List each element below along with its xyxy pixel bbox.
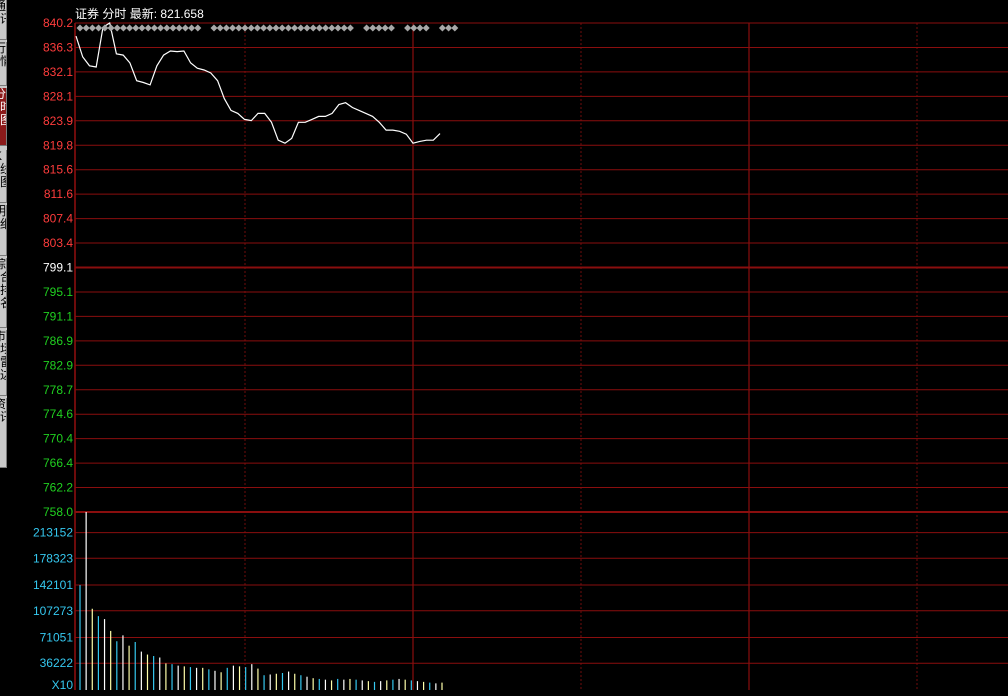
event-marker-1-17 (315, 24, 323, 32)
event-marker-3-0 (404, 24, 412, 32)
event-marker-0-12 (150, 24, 158, 32)
event-marker-0-0 (76, 24, 84, 32)
price-tick-label: 758.0 (43, 505, 73, 519)
event-marker-0-1 (82, 24, 90, 32)
event-marker-1-0 (210, 24, 218, 32)
event-marker-0-2 (88, 24, 96, 32)
last-price-value: 821.658 (160, 7, 204, 21)
event-marker-1-10 (272, 24, 280, 32)
event-marker-1-6 (247, 24, 255, 32)
event-marker-3-1 (410, 24, 418, 32)
price-tick-label: 836.3 (43, 40, 73, 54)
event-marker-4-0 (438, 24, 446, 32)
event-marker-1-16 (309, 24, 317, 32)
event-marker-1-11 (278, 24, 286, 32)
volume-tick-label: 213152 (33, 526, 73, 540)
event-marker-0-5 (107, 24, 115, 32)
event-marker-2-3 (381, 24, 389, 32)
event-marker-3-3 (422, 24, 430, 32)
price-tick-label: 823.9 (43, 114, 73, 128)
event-marker-2-4 (387, 24, 395, 32)
event-marker-1-18 (322, 24, 330, 32)
event-marker-1-12 (284, 24, 292, 32)
price-tick-label: 828.1 (43, 89, 73, 103)
event-marker-1-21 (340, 24, 348, 32)
price-tick-label: 774.6 (43, 407, 73, 421)
volume-tick-label: 71051 (40, 631, 74, 645)
volume-unit-label: X10 (52, 678, 74, 692)
event-marker-1-3 (229, 24, 237, 32)
event-marker-0-10 (138, 24, 146, 32)
event-marker-0-7 (119, 24, 127, 32)
last-price-label: 最新: (129, 7, 158, 21)
event-marker-1-14 (297, 24, 305, 32)
event-marker-1-13 (291, 24, 299, 32)
price-tick-label: 815.6 (43, 163, 73, 177)
event-marker-1-9 (266, 24, 274, 32)
security-name: 证券 (75, 7, 100, 21)
price-tick-label: 782.9 (43, 358, 73, 372)
price-tick-label: 791.1 (43, 309, 73, 323)
price-tick-label: 770.4 (43, 432, 73, 446)
event-marker-0-17 (181, 24, 189, 32)
price-series-line (75, 22, 441, 144)
price-tick-label: 778.7 (43, 383, 73, 397)
event-marker-4-2 (451, 24, 459, 32)
price-tick-label: 819.8 (43, 138, 73, 152)
event-marker-0-14 (163, 24, 171, 32)
event-marker-0-8 (126, 24, 134, 32)
event-marker-1-20 (334, 24, 342, 32)
event-marker-1-22 (346, 24, 354, 32)
event-marker-3-2 (416, 24, 424, 32)
event-marker-0-6 (113, 24, 121, 32)
event-marker-2-2 (375, 24, 383, 32)
price-tick-label: 840.2 (43, 16, 73, 30)
event-marker-1-15 (303, 24, 311, 32)
event-marker-0-11 (144, 24, 152, 32)
event-marker-1-1 (216, 24, 224, 32)
event-marker-0-15 (169, 24, 177, 32)
event-marker-1-2 (222, 24, 230, 32)
event-marker-1-7 (253, 24, 261, 32)
event-marker-2-0 (363, 24, 371, 32)
price-tick-label: 811.6 (44, 187, 73, 201)
chart-header: 证券 分时 最新: 821.658 (75, 5, 204, 22)
chart-mode: 分时 (102, 7, 127, 21)
price-tick-label: 766.4 (43, 456, 73, 470)
event-marker-1-5 (241, 24, 249, 32)
event-marker-4-1 (445, 24, 453, 32)
event-marker-1-8 (260, 24, 268, 32)
event-marker-2-1 (369, 24, 377, 32)
volume-tick-label: 36222 (40, 656, 74, 670)
price-tick-label: 803.4 (43, 236, 73, 250)
volume-tick-label: 178323 (33, 551, 73, 565)
event-marker-1-4 (235, 24, 243, 32)
event-marker-1-19 (328, 24, 336, 32)
volume-tick-label: 107273 (33, 604, 73, 618)
event-marker-0-16 (175, 24, 183, 32)
price-tick-label: 832.1 (43, 65, 73, 79)
event-marker-0-9 (132, 24, 140, 32)
event-marker-0-19 (194, 24, 202, 32)
price-tick-label: 799.1 (43, 261, 73, 275)
price-tick-label: 807.4 (43, 212, 73, 226)
event-marker-0-13 (157, 24, 165, 32)
event-marker-0-3 (95, 24, 103, 32)
price-tick-label: 786.9 (43, 334, 73, 348)
price-tick-label: 762.2 (43, 481, 73, 495)
intraday-chart: 840.2 836.3 832.1 828.1 823.9 819.8 815.6 811.6… (33, 16, 1008, 692)
event-marker-0-18 (188, 24, 196, 32)
volume-tick-label: 142101 (33, 578, 73, 592)
price-tick-label: 795.1 (43, 285, 73, 299)
